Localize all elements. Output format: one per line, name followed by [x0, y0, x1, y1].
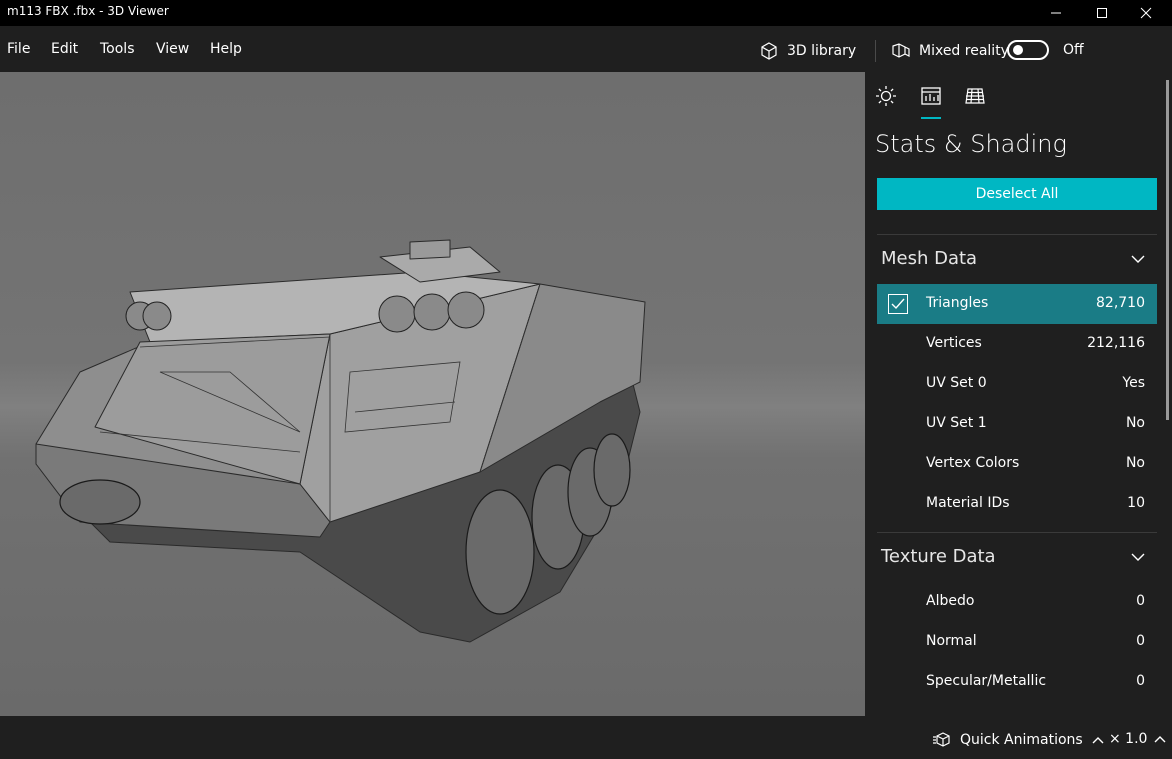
- deselect-all-button[interactable]: Deselect All: [877, 178, 1157, 210]
- mixed-reality-button[interactable]: Mixed reality: [891, 38, 1009, 64]
- toggle-knob: [1013, 45, 1023, 55]
- row-label: UV Set 0: [926, 375, 987, 391]
- row-value: No: [1125, 415, 1145, 431]
- 3d-library-button[interactable]: 3D library: [759, 38, 856, 64]
- title-bar: m113 FBX .fbx - 3D Viewer: [0, 0, 1172, 26]
- mixed-reality-toggle[interactable]: [1007, 40, 1049, 60]
- texture-row-specular-metallic[interactable]: Specular/Metallic 0: [877, 662, 1157, 702]
- row-value: 0: [1136, 593, 1145, 609]
- row-label: Vertices: [926, 335, 982, 351]
- row-label: Normal: [926, 633, 977, 649]
- row-value: Yes: [1122, 375, 1145, 391]
- triangles-checkbox[interactable]: [888, 294, 908, 314]
- mesh-row-vertices[interactable]: Vertices 212,116: [877, 324, 1157, 364]
- minimize-button[interactable]: [1033, 0, 1079, 26]
- row-value: 82,710: [1096, 295, 1145, 311]
- row-label: Specular/Metallic: [926, 673, 1047, 689]
- row-label: Triangles: [926, 295, 989, 311]
- mesh-row-uv-set-1[interactable]: UV Set 1 No: [877, 404, 1157, 444]
- 3d-viewport[interactable]: [0, 72, 865, 716]
- mixed-reality-state: Off: [1063, 42, 1084, 58]
- quick-animations-button[interactable]: Quick Animations: [932, 731, 1105, 749]
- panel-scrollbar[interactable]: [1166, 80, 1169, 420]
- menu-file[interactable]: File: [7, 41, 30, 57]
- playback-speed-label: × 1.0: [1109, 731, 1148, 747]
- row-value: 0: [1136, 633, 1145, 649]
- checkmark-icon: [891, 298, 905, 310]
- 3d-library-label: 3D library: [787, 43, 857, 59]
- row-value: 10: [1127, 495, 1145, 511]
- row-value: 0: [1136, 673, 1145, 689]
- mesh-row-vertex-colors[interactable]: Vertex Colors No: [877, 444, 1157, 484]
- mesh-row-material-ids[interactable]: Material IDs 10: [877, 484, 1157, 524]
- tab-stats-shading[interactable]: [918, 83, 944, 109]
- grid-icon: [965, 88, 985, 104]
- section-divider: [877, 532, 1157, 533]
- quick-animations-label: Quick Animations: [960, 732, 1083, 748]
- mesh-row-triangles[interactable]: Triangles 82,710: [877, 284, 1157, 324]
- panel-title: Stats & Shading: [875, 130, 1067, 158]
- row-label: UV Set 1: [926, 415, 987, 431]
- section-divider: [877, 234, 1157, 235]
- minimize-icon: [1051, 12, 1061, 14]
- chevron-up-icon: [1154, 736, 1166, 743]
- menu-help[interactable]: Help: [210, 41, 242, 57]
- row-label: Material IDs: [926, 495, 1010, 511]
- row-label: Vertex Colors: [926, 455, 1020, 471]
- animation-cube-icon: [933, 732, 950, 747]
- close-icon: [1140, 7, 1152, 19]
- playback-speed-button[interactable]: × 1.0: [1109, 731, 1167, 747]
- mesh-data-header[interactable]: Mesh Data: [881, 248, 977, 269]
- window-title: m113 FBX .fbx - 3D Viewer: [7, 4, 169, 18]
- menu-view[interactable]: View: [156, 41, 189, 57]
- menu-edit[interactable]: Edit: [51, 41, 78, 57]
- chevron-down-icon[interactable]: [1130, 252, 1146, 266]
- row-value: No: [1125, 455, 1145, 471]
- toolbar-divider: [875, 40, 876, 62]
- mixed-reality-icon: [892, 43, 910, 58]
- cube-icon: [761, 42, 777, 60]
- tab-lighting[interactable]: [873, 83, 899, 109]
- texture-data-header[interactable]: Texture Data: [881, 546, 996, 567]
- maximize-button[interactable]: [1079, 0, 1125, 26]
- tank-model[interactable]: [0, 72, 865, 716]
- row-label: Albedo: [926, 593, 975, 609]
- chevron-up-icon: [1092, 737, 1104, 744]
- mixed-reality-label: Mixed reality: [919, 43, 1009, 59]
- menu-tools[interactable]: Tools: [100, 41, 135, 57]
- texture-row-albedo[interactable]: Albedo 0: [877, 582, 1157, 622]
- chevron-down-icon[interactable]: [1130, 550, 1146, 564]
- active-tab-indicator: [921, 117, 941, 119]
- row-value: 212,116: [1087, 335, 1145, 351]
- sun-icon: [876, 86, 896, 106]
- mesh-row-uv-set-0[interactable]: UV Set 0 Yes: [877, 364, 1157, 404]
- tab-grid[interactable]: [962, 83, 988, 109]
- maximize-icon: [1097, 8, 1107, 18]
- stats-chart-icon: [921, 87, 941, 105]
- texture-row-normal[interactable]: Normal 0: [877, 622, 1157, 662]
- close-button[interactable]: [1123, 0, 1169, 26]
